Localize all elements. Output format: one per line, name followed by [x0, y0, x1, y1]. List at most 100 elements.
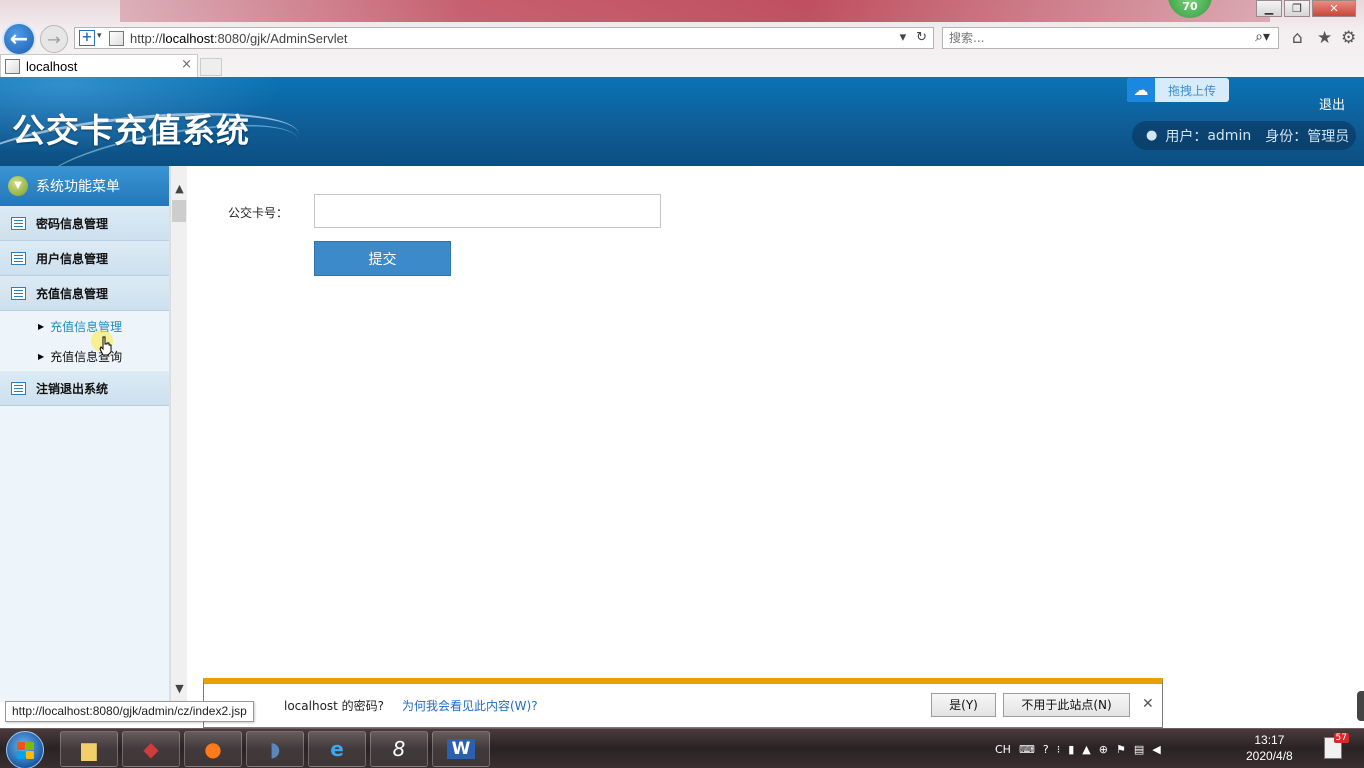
scroll-thumb[interactable]: [172, 200, 186, 222]
new-tab-button[interactable]: [200, 58, 222, 76]
address-bar[interactable]: + ▾ http://localhost:8080/gjk/AdminServl…: [74, 27, 934, 49]
maximize-button[interactable]: ❐: [1284, 0, 1310, 17]
scroll-down-icon[interactable]: ▼: [171, 680, 188, 697]
browser-tab[interactable]: localhost ×: [0, 54, 198, 77]
list-icon: [11, 381, 26, 395]
taskbar-firefox[interactable]: ●: [184, 731, 242, 767]
browser-toolbar: 70 ▁ ❐ ✕ ← → + ▾ http://localhost:8080/g…: [0, 0, 1364, 77]
address-url[interactable]: http://localhost:8080/gjk/AdminServlet: [130, 31, 348, 46]
chevron-down-icon: ▼: [8, 176, 28, 196]
list-icon: [11, 216, 26, 230]
user-info: ● 用户： admin 身份： 管理员: [1132, 121, 1356, 150]
taskbar-word[interactable]: W: [432, 731, 490, 767]
eclipse-icon: 8: [392, 737, 406, 761]
page-favicon: [109, 30, 124, 46]
ie-icon: e: [330, 737, 344, 761]
home-icon[interactable]: ⌂: [1292, 28, 1303, 48]
taskbar-ie[interactable]: e: [308, 731, 366, 767]
tab-favicon: [5, 58, 20, 74]
close-tab-icon[interactable]: ×: [181, 57, 192, 72]
status-url-tooltip: http://localhost:8080/gjk/admin/cz/index…: [5, 701, 254, 722]
taskbar-app-red[interactable]: ◆: [122, 731, 180, 767]
list-icon: [11, 286, 26, 300]
triangle-right-icon: ▶: [38, 351, 45, 361]
yes-button[interactable]: 是(Y): [931, 693, 996, 717]
user-icon: ●: [1146, 128, 1158, 143]
input-options-icon[interactable]: ⁝: [1057, 743, 1061, 756]
sidebar-item-users[interactable]: 用户信息管理: [0, 241, 169, 276]
taskbar-explorer[interactable]: ▆: [60, 731, 118, 767]
volume-icon[interactable]: ◀: [1152, 743, 1160, 756]
ime-indicator[interactable]: CH: [995, 743, 1011, 756]
sidebar-item-recharge[interactable]: 充值信息管理: [0, 276, 169, 311]
action-center-icon[interactable]: 57: [1324, 733, 1349, 759]
password-save-bar: localhost 的密码? 为何我会看见此内容(W)? 是(Y) 不用于此站点…: [203, 678, 1163, 728]
battery-icon[interactable]: ▮: [1068, 743, 1074, 756]
minimize-button[interactable]: ▁: [1256, 0, 1282, 17]
search-box[interactable]: ⌕▾: [942, 27, 1279, 49]
baidu-cloud-icon: ☁: [1127, 78, 1155, 102]
firefox-icon: ●: [204, 737, 222, 761]
sidebar-item-password[interactable]: 密码信息管理: [0, 206, 169, 241]
hand-pointer-icon: [99, 336, 112, 356]
compat-plus-icon[interactable]: +: [79, 30, 95, 46]
list-icon: [11, 251, 26, 265]
save-password-question: localhost 的密码?: [284, 699, 385, 713]
help-icon[interactable]: ?: [1043, 743, 1049, 756]
side-panel-handle[interactable]: [1357, 691, 1364, 721]
drag-upload-button[interactable]: ☁ 拖拽上传: [1127, 78, 1229, 102]
folder-icon: ▆: [81, 737, 97, 761]
system-tray: CH ⌨ ? ⁝ ▮ ▲ ⊕ ⚑ ▤ ◀: [995, 729, 1161, 768]
submenu-recharge-manage[interactable]: ▶ 充值信息管理: [0, 311, 169, 341]
forward-button[interactable]: →: [40, 25, 68, 53]
site-header: 公交卡充值系统 ☁ 拖拽上传 退出 ● 用户： admin 身份： 管理员: [0, 77, 1364, 166]
arrow-left-icon: ←: [9, 26, 29, 52]
dolphin-icon: ◗: [269, 737, 281, 761]
taskbar-mysql[interactable]: ◗: [246, 731, 304, 767]
window-controls: ▁ ❐ ✕: [1256, 0, 1356, 17]
refresh-icon[interactable]: ↻: [916, 30, 927, 45]
tray-expand-icon[interactable]: ▲: [1082, 743, 1090, 756]
gear-icon[interactable]: ⚙: [1341, 28, 1356, 48]
keyboard-icon[interactable]: ⌨: [1019, 743, 1035, 756]
card-number-label: 公交卡号：: [228, 206, 289, 220]
taskbar-eclipse[interactable]: 8: [370, 731, 428, 767]
triangle-right-icon: ▶: [38, 321, 45, 331]
scroll-up-icon[interactable]: ▲: [171, 180, 188, 197]
never-for-site-button[interactable]: 不用于此站点(N): [1003, 693, 1130, 717]
why-link[interactable]: 为何我会看见此内容(W)?: [402, 697, 538, 714]
close-window-button[interactable]: ✕: [1312, 0, 1356, 17]
sidebar-item-logout[interactable]: 注销退出系统: [0, 371, 169, 406]
title-bar-background: [120, 0, 1270, 22]
site-title: 公交卡充值系统: [12, 111, 250, 150]
chevron-down-icon[interactable]: ▾: [97, 31, 102, 41]
user-name: admin: [1207, 127, 1252, 144]
flag-icon[interactable]: ⚑: [1116, 743, 1126, 756]
menu-header[interactable]: ▼ 系统功能菜单: [0, 166, 169, 206]
dropdown-icon[interactable]: ▾: [900, 30, 907, 45]
search-input[interactable]: [949, 31, 1239, 45]
user-role: 管理员: [1307, 128, 1350, 145]
taskbar: ▆ ◆ ● ◗ e 8 W CH ⌨ ? ⁝ ▮ ▲ ⊕ ⚑ ▤ ◀ 13:17…: [0, 728, 1364, 768]
close-icon[interactable]: ✕: [1142, 696, 1154, 712]
search-icon[interactable]: ⌕▾: [1255, 29, 1270, 45]
back-button[interactable]: ←: [2, 22, 36, 56]
submit-button[interactable]: 提交: [314, 241, 451, 276]
clock-time: 13:17: [1254, 733, 1285, 747]
plus-circle-icon[interactable]: ⊕: [1099, 743, 1108, 756]
favorites-star-icon[interactable]: ★: [1317, 28, 1332, 48]
submenu-recharge-query[interactable]: ▶ 充值信息查询: [0, 341, 169, 371]
app-icon: ◆: [143, 737, 159, 761]
tab-title: localhost: [26, 58, 78, 74]
windows-logo-icon: [17, 742, 34, 759]
mouse-cursor: [91, 330, 115, 360]
logout-link[interactable]: 退出: [1319, 94, 1345, 113]
drag-upload-label: 拖拽上传: [1168, 83, 1217, 98]
clipboard-icon[interactable]: ▤: [1134, 743, 1144, 756]
clock-date: 2020/4/8: [1246, 749, 1293, 763]
clock[interactable]: 13:17 2020/4/8: [1246, 732, 1293, 764]
card-number-input[interactable]: [314, 194, 661, 228]
main-content: 公交卡号： 提交: [188, 166, 1364, 686]
start-button[interactable]: [6, 731, 44, 768]
sidebar-scrollbar[interactable]: ▲ ▼: [170, 166, 187, 702]
